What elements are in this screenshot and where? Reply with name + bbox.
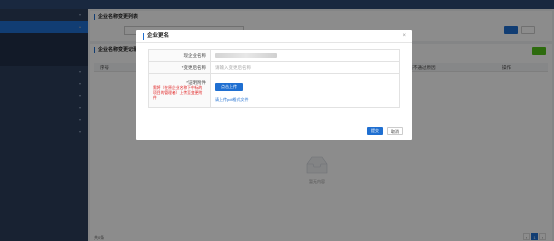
modal-footer: 提交 取消 xyxy=(136,124,412,140)
proof-label: *证明附件 xyxy=(186,80,206,85)
template-download-link[interactable]: 请上传pdf格式文件 xyxy=(215,97,399,103)
redacted-name xyxy=(215,53,277,59)
proof-upload-cell: 点击上传 请上传pdf格式文件 xyxy=(210,73,400,108)
upload-button[interactable]: 点击上传 xyxy=(215,83,243,91)
current-name-label: 现企业名称 xyxy=(148,49,211,62)
rename-form: 现企业名称 *变更后名称 *证明附件 需将（在原企业名称下中标的项目的管理者）上… xyxy=(148,49,400,108)
rename-modal: 企业更名 × 现企业名称 *变更后名称 *证明附件 需将（在原企业名称下中标的项… xyxy=(136,30,412,140)
submit-button[interactable]: 提交 xyxy=(367,127,383,135)
current-name-value xyxy=(210,49,400,62)
close-icon[interactable]: × xyxy=(402,33,406,39)
new-name-input[interactable] xyxy=(215,63,391,72)
cancel-button[interactable]: 取消 xyxy=(387,127,403,135)
modal-header: 企业更名 × xyxy=(136,30,412,43)
new-name-label: *变更后名称 xyxy=(148,61,211,74)
proof-warning: 需将（在原企业名称下中标的项目的管理者）上传至变更附件 xyxy=(153,86,203,100)
proof-label-cell: *证明附件 需将（在原企业名称下中标的项目的管理者）上传至变更附件 xyxy=(148,73,211,108)
modal-title: 企业更名 xyxy=(143,33,169,40)
